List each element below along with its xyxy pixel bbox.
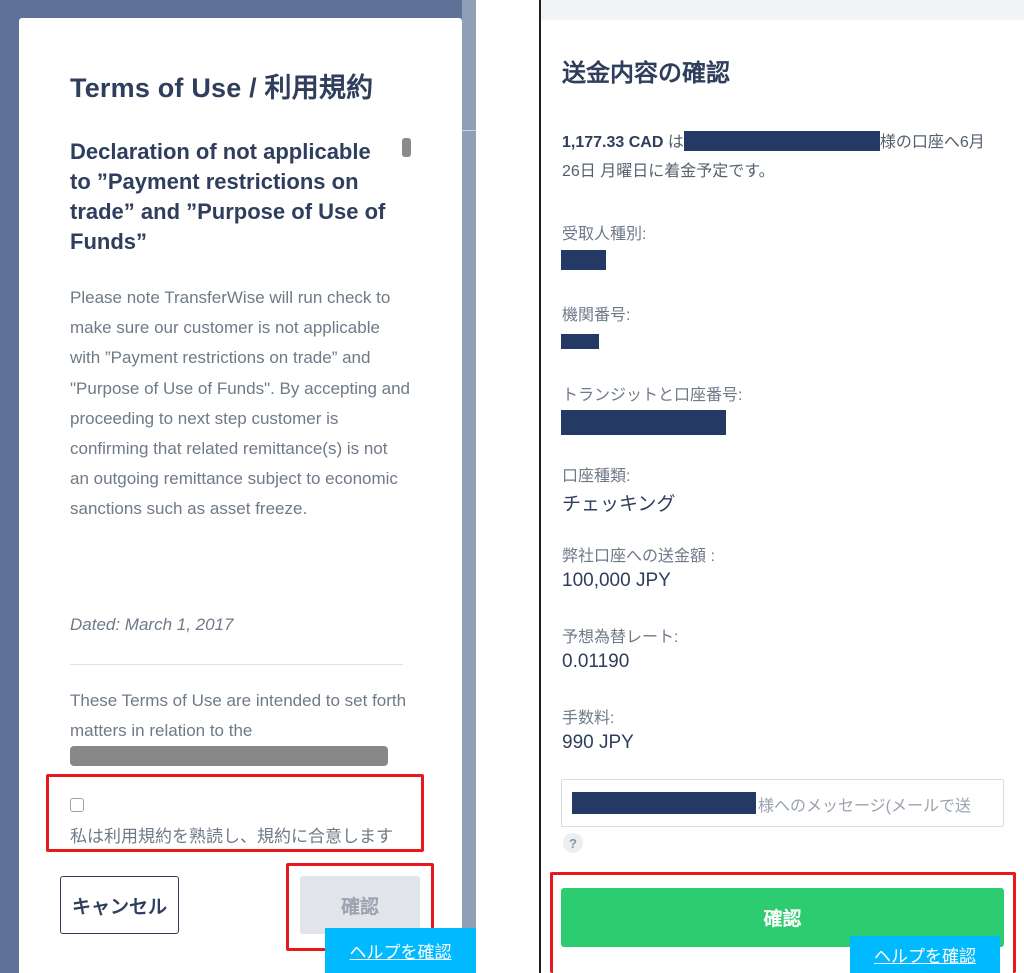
send-amount-value: 100,000 JPY [562, 570, 671, 591]
transfer-summary: 1,177.33 CAD は様の口座へ6月 26日 月曜日に着金予定です。 [562, 128, 1002, 186]
redacted-transit-account [561, 410, 726, 435]
summary-amount: 1,177.33 CAD [562, 134, 664, 151]
fee-value: 990 JPY [562, 732, 634, 753]
cancel-button[interactable]: キャンセル [60, 876, 179, 934]
message-input[interactable]: 様へのメッセージ(メールで送 [561, 779, 1004, 827]
page-title: 送金内容の確認 [562, 60, 730, 87]
exchange-rate-value: 0.01190 [562, 651, 630, 672]
redacted-recipient-name [683, 130, 880, 151]
section-divider [70, 664, 403, 665]
modal-title: Terms of Use / 利用規約 [70, 73, 374, 103]
institution-number-label: 機関番号: [562, 307, 631, 324]
account-type-value: チェッキング [562, 494, 676, 515]
redacted-text [70, 746, 388, 766]
summary-particle: は [663, 134, 684, 151]
send-amount-label: 弊社口座への送金額 : [562, 548, 715, 565]
declaration-body: Please note TransferWise will run check … [70, 288, 410, 519]
redacted-recipient-type [561, 250, 606, 270]
redacted-institution-number [561, 334, 599, 349]
message-placeholder: 様へのメッセージ(メールで送 [758, 798, 972, 815]
exchange-rate-label: 予想為替レート: [562, 629, 679, 646]
section-heading: Declaration of not applicable to ”Paymen… [70, 139, 386, 254]
panel-gap [476, 0, 540, 973]
scrollbar-thumb[interactable] [402, 138, 411, 157]
background-page-strip [462, 0, 476, 973]
help-button[interactable]: ヘルプを確認 [325, 928, 476, 973]
recipient-type-label: 受取人種別: [562, 226, 647, 243]
redacted-recipient-name [572, 792, 756, 814]
fee-label: 手数料: [562, 710, 615, 727]
terms-intro: These Terms of Use are intended to set f… [70, 691, 407, 741]
transit-account-label: トランジットと口座番号: [562, 387, 743, 404]
top-strip [541, 0, 1024, 20]
account-type-label: 口座種類: [562, 468, 631, 485]
highlight-annotation-agree [46, 774, 424, 852]
background-divider [462, 130, 476, 131]
question-icon[interactable]: ? [563, 833, 583, 853]
help-button[interactable]: ヘルプを確認 [850, 936, 1000, 973]
dated-text: Dated: March 1, 2017 [70, 615, 234, 634]
